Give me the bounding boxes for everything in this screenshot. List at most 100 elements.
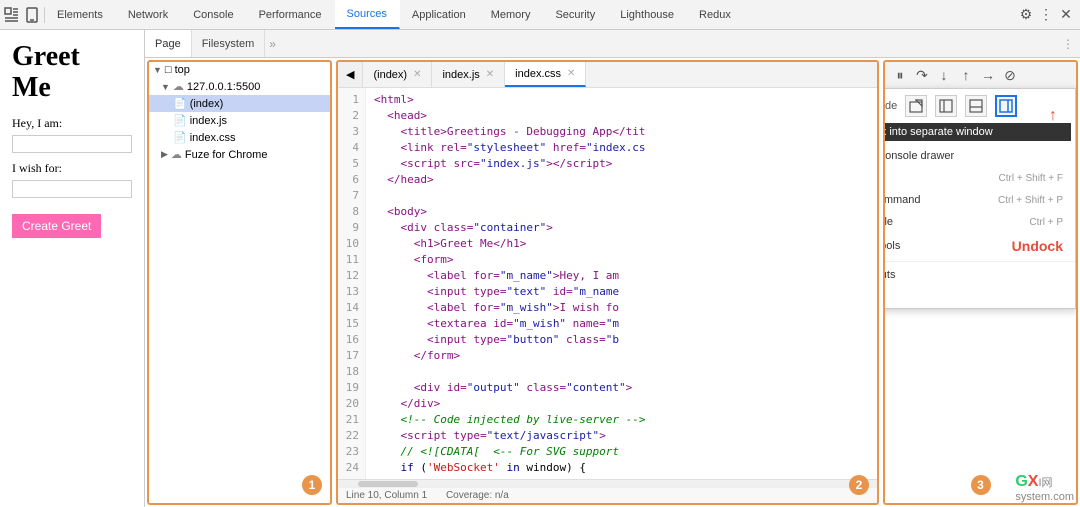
webpage-preview: GreetMe Hey, I am: I wish for: Create Gr… [0, 30, 145, 507]
tree-item-indexcss-label: index.css [190, 132, 236, 144]
code-editor-footer: Line 10, Column 1 Coverage: n/a [338, 487, 877, 503]
tree-item-host[interactable]: ▼ ☁ 127.0.0.1:5500 [149, 78, 330, 95]
webpage-label2: I wish for: [12, 161, 132, 176]
watermark-domain: system.com [1015, 491, 1074, 503]
code-line-1: <html> [374, 92, 869, 108]
code-line-14: <label for="m_wish">I wish fo [374, 300, 869, 316]
menu-show-console[interactable]: Show console drawer [883, 145, 1075, 167]
file-icon-indexjs: 📄 [173, 114, 187, 127]
tree-item-fuze[interactable]: ▶ ☁ Fuze for Chrome [149, 146, 330, 163]
step-btn[interactable]: → [979, 66, 997, 84]
dock-right-btn[interactable] [995, 95, 1017, 117]
file-tab-index[interactable]: (index) ✕ [363, 62, 432, 87]
file-tab-indexjs[interactable]: index.js ✕ [432, 62, 505, 87]
inspect-icon[interactable] [4, 7, 20, 23]
code-line-13: <input type="text" id="m_name [374, 284, 869, 300]
tooltip-text: Undock into separate window [883, 126, 993, 138]
panel-menu-btn[interactable]: ⋮ [1056, 37, 1080, 51]
webpage-input1[interactable] [12, 135, 132, 153]
dock-left-btn[interactable] [935, 95, 957, 117]
pause-btn[interactable]: ⏸ [891, 66, 909, 84]
menu-more-tools[interactable]: More tools Undock [883, 233, 1075, 259]
menu-search-shortcut: Ctrl + Shift + F [999, 173, 1063, 184]
tab-memory[interactable]: Memory [479, 0, 544, 29]
horizontal-scrollbar[interactable] [338, 479, 877, 487]
device-icon[interactable] [24, 7, 40, 23]
dock-side-label: Dock side [883, 100, 897, 112]
file-tab-indexcss[interactable]: index.css ✕ [505, 62, 586, 87]
tab-redux[interactable]: Redux [687, 0, 744, 29]
menu-help[interactable]: Help [883, 286, 1075, 308]
footer-coverage: Coverage: n/a [446, 490, 509, 501]
step-over-btn[interactable]: ↷ [913, 66, 931, 84]
dock-side-dropdown: Dock side [883, 88, 1076, 309]
menu-run-command-label: Run command [883, 194, 921, 206]
tab-lighthouse[interactable]: Lighthouse [608, 0, 687, 29]
code-line-12: <label for="m_name">Hey, I am [374, 268, 869, 284]
tab-console[interactable]: Console [181, 0, 246, 29]
close-icon-indexjs[interactable]: ✕ [486, 69, 494, 80]
tree-item-fuze-label: Fuze for Chrome [185, 149, 268, 161]
menu-show-console-label: Show console drawer [883, 150, 954, 162]
webpage-input2[interactable] [12, 180, 132, 198]
close-icon-indexcss[interactable]: ✕ [567, 68, 575, 79]
step-into-btn[interactable]: ↓ [935, 66, 953, 84]
watermark: GXI网 system.com [1015, 473, 1074, 503]
annotation-badge-1: 1 [302, 475, 322, 495]
tab-security[interactable]: Security [543, 0, 608, 29]
tree-item-indexcss[interactable]: 📄 index.css [149, 129, 330, 146]
tab-elements[interactable]: Elements [45, 0, 116, 29]
tree-item-top[interactable]: ▼ □ top [149, 62, 330, 78]
code-line-5: <script src="index.js"></script> [374, 156, 869, 172]
tooltip-arrow: ↑ [1049, 107, 1057, 125]
tab-performance[interactable]: Performance [247, 0, 335, 29]
file-tab-index-label: (index) [373, 69, 407, 81]
tree-item-indexjs[interactable]: 📄 index.js [149, 112, 330, 129]
tree-item-top-label: top [175, 64, 190, 76]
menu-shortcuts-label: Shortcuts [883, 269, 895, 281]
tree-item-index[interactable]: 📄 (index) [149, 95, 330, 112]
tab-sources[interactable]: Sources [335, 0, 400, 29]
code-line-10: <h1>Greet Me</h1> [374, 236, 869, 252]
watermark-g: G [1015, 473, 1027, 490]
code-line-21: <!-- Code injected by live-server --> [374, 412, 869, 428]
close-icon-index[interactable]: ✕ [413, 69, 421, 80]
file-tab-back[interactable]: ◀ [338, 62, 363, 87]
more-tabs-btn[interactable]: » [265, 37, 280, 51]
watermark-x: X [1028, 473, 1039, 490]
code-line-17: </form> [374, 348, 869, 364]
code-line-9: <div class="container"> [374, 220, 869, 236]
menu-search[interactable]: Search Ctrl + Shift + F [883, 167, 1075, 189]
devtools-top-toolbar: Elements Network Console Performance Sou… [0, 0, 1080, 30]
file-tab-indexcss-label: index.css [515, 68, 561, 80]
file-tabs-bar: ◀ (index) ✕ index.js ✕ index.css ✕ [338, 62, 877, 88]
create-greet-button[interactable]: Create Greet [12, 214, 101, 238]
more-icon[interactable]: ⋮ [1038, 7, 1054, 23]
code-line-15: <textarea id="m_wish" name="m [374, 316, 869, 332]
menu-shortcuts[interactable]: Shortcuts [883, 264, 1075, 286]
code-line-11: <form> [374, 252, 869, 268]
close-icon[interactable]: ✕ [1058, 7, 1074, 23]
deactivate-breakpoints-btn[interactable]: ⊘ [1001, 66, 1019, 84]
menu-run-command[interactable]: Run command Ctrl + Shift + P [883, 189, 1075, 211]
settings-icon[interactable]: ⚙ [1018, 7, 1034, 23]
webpage-title: GreetMe [12, 42, 132, 104]
tab-application[interactable]: Application [400, 0, 479, 29]
dock-undock-btn[interactable] [905, 95, 927, 117]
code-line-20: </div> [374, 396, 869, 412]
menu-search-label: Search [883, 172, 884, 184]
sources-tab-filesystem[interactable]: Filesystem [192, 30, 266, 57]
scrollbar-thumb[interactable] [358, 481, 418, 487]
devtools-panel: Page Filesystem » ⋮ ▼ □ top [145, 30, 1080, 507]
main-content: GreetMe Hey, I am: I wish for: Create Gr… [0, 30, 1080, 507]
tab-network[interactable]: Network [116, 0, 181, 29]
menu-more-tools-label: More tools [883, 240, 900, 252]
code-lines[interactable]: <html> <head> <title>Greetings - Debuggi… [366, 88, 877, 479]
tree-chevron-top: ▼ [153, 65, 162, 75]
step-out-btn[interactable]: ↑ [957, 66, 975, 84]
sources-tab-page[interactable]: Page [145, 30, 192, 57]
code-line-22: <script type="text/javascript"> [374, 428, 869, 444]
tree-item-index-label: (index) [190, 98, 224, 110]
dock-bottom-btn[interactable] [965, 95, 987, 117]
menu-open-file[interactable]: Open file Ctrl + P [883, 211, 1075, 233]
